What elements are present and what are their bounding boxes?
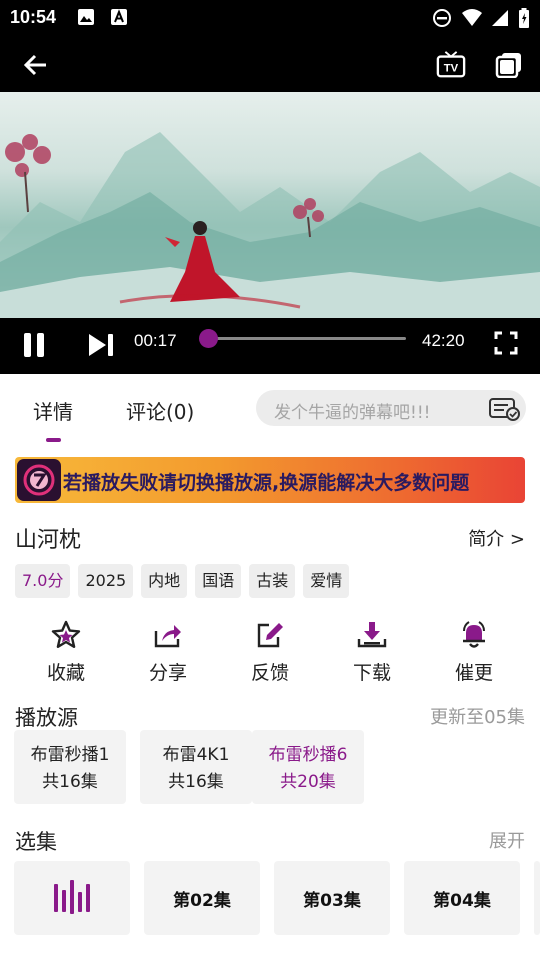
now-playing-icon — [54, 880, 90, 914]
status-bar: 10:54 — [0, 0, 540, 36]
show-title: 山河枕 — [15, 528, 82, 553]
player-controls: 00:17 42:20 — [0, 318, 540, 374]
share-label: 分享 — [148, 662, 187, 684]
source-name: 布雷秒播1 — [30, 745, 110, 765]
tag-genre-romance[interactable]: 爱情 — [303, 564, 350, 598]
progress-track[interactable] — [208, 337, 406, 340]
source-name: 布雷4K1 — [162, 745, 230, 765]
svg-text:TV: TV — [444, 63, 459, 75]
cast-tv-button[interactable]: TV — [436, 50, 466, 80]
tab-details[interactable]: 详情 — [33, 396, 73, 425]
current-time: 00:17 — [134, 331, 177, 350]
video-frame[interactable] — [0, 92, 540, 318]
dnd-icon — [432, 8, 452, 32]
tag-region[interactable]: 内地 — [141, 564, 188, 598]
status-time: 10:54 — [10, 7, 57, 27]
banner-text: 若播放失败请切换播放源,换源能解决大多数问题 — [63, 472, 470, 494]
share-button[interactable]: 分享 — [128, 618, 208, 685]
episode-item[interactable]: 第03集 — [274, 861, 390, 935]
tag-score: 7.0分 — [15, 564, 71, 598]
action-bar: 收藏 分享 反馈 下载 催更 — [0, 618, 540, 688]
share-icon — [128, 618, 208, 652]
download-icon — [332, 618, 412, 652]
progress-thumb[interactable] — [199, 329, 218, 348]
source-count: 共16集 — [168, 772, 224, 792]
episode-item[interactable]: 第02集 — [144, 861, 260, 935]
episode-playing[interactable] — [14, 861, 130, 935]
favorite-button[interactable]: 收藏 — [26, 618, 106, 685]
fullscreen-icon — [494, 331, 518, 355]
bell-icon — [434, 618, 514, 652]
back-button[interactable] — [20, 50, 50, 80]
arrow-left-icon — [23, 54, 46, 76]
pip-icon — [495, 53, 521, 78]
next-button[interactable] — [86, 330, 116, 360]
tag-list: 7.0分 2025 内地 国语 古装 爱情 — [15, 564, 350, 598]
tag-genre-costume[interactable]: 古装 — [249, 564, 296, 598]
pause-button[interactable] — [20, 330, 50, 360]
star-icon — [26, 618, 106, 652]
video-scene-image — [0, 132, 540, 318]
skip-next-icon — [89, 334, 113, 356]
pip-button[interactable] — [494, 50, 524, 80]
favorite-label: 收藏 — [46, 662, 85, 684]
source-count: 共16集 — [42, 772, 98, 792]
duration-time: 42:20 — [422, 331, 465, 350]
episode-item-partial[interactable] — [534, 861, 540, 935]
font-icon — [110, 8, 128, 30]
tag-year[interactable]: 2025 — [78, 564, 134, 598]
pause-icon — [24, 333, 44, 357]
urge-update-label: 催更 — [454, 662, 493, 684]
danmu-placeholder: 发个牛逼的弹幕吧!!! — [274, 403, 431, 423]
signal-icon — [490, 8, 510, 32]
download-button[interactable]: 下载 — [332, 618, 412, 685]
tab-comments[interactable]: 评论(0) — [126, 396, 194, 425]
expand-link[interactable]: 展开 — [489, 827, 525, 853]
tab-indicator — [46, 438, 61, 442]
player-top-bar: TV — [0, 36, 540, 92]
urge-update-button[interactable]: 催更 — [434, 618, 514, 685]
tip-banner[interactable]: 若播放失败请切换播放源,换源能解决大多数问题 — [15, 457, 525, 503]
fullscreen-button[interactable] — [493, 330, 521, 358]
tag-language[interactable]: 国语 — [195, 564, 242, 598]
danmu-input[interactable]: 发个牛逼的弹幕吧!!! — [256, 390, 526, 426]
wifi-icon — [461, 8, 483, 32]
danmu-settings-icon[interactable] — [488, 396, 522, 426]
episodes-title: 选集 — [15, 830, 57, 854]
edit-icon — [230, 618, 310, 652]
source-item[interactable]: 布雷秒播1 共16集 — [14, 730, 126, 804]
app-logo-icon — [17, 459, 61, 501]
sources-title: 播放源 — [15, 706, 78, 730]
source-item[interactable]: 布雷4K1 共16集 — [140, 730, 252, 804]
source-name: 布雷秒播6 — [268, 745, 348, 765]
feedback-button[interactable]: 反馈 — [230, 618, 310, 685]
battery-icon — [518, 8, 530, 32]
tv-icon: TV — [436, 51, 466, 78]
gallery-icon — [77, 8, 95, 30]
source-item-selected[interactable]: 布雷秒播6 共20集 — [252, 730, 364, 804]
source-count: 共20集 — [280, 772, 336, 792]
intro-link[interactable]: 简介 > — [468, 525, 525, 551]
download-label: 下载 — [352, 662, 391, 684]
feedback-label: 反馈 — [250, 662, 289, 684]
update-status: 更新至05集 — [430, 707, 525, 728]
episode-item[interactable]: 第04集 — [404, 861, 520, 935]
